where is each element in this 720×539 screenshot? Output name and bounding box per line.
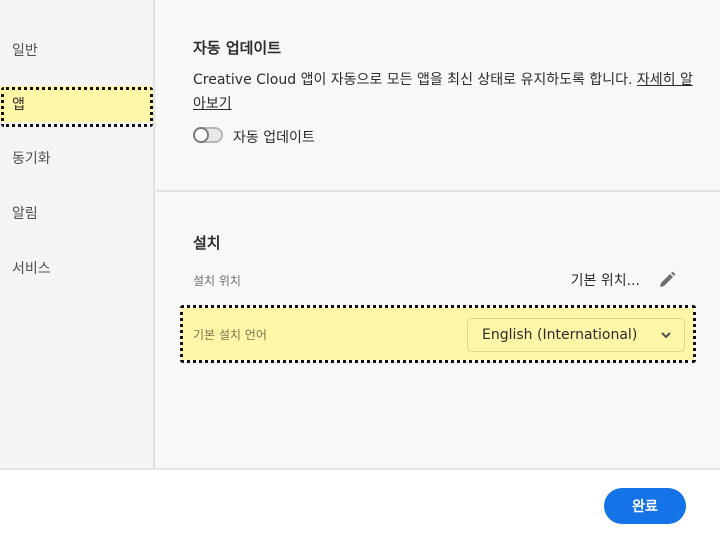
auto-update-title: 자동 업데이트 — [193, 39, 282, 57]
sidebar-item-label: 서비스 — [12, 261, 51, 277]
sidebar-item-label: 알림 — [12, 206, 38, 222]
section-divider — [157, 190, 720, 192]
sidebar-item-services[interactable]: 서비스 — [0, 250, 153, 286]
settings-panel: 자동 업데이트 Creative Cloud 앱이 자동으로 모든 앱을 최신 … — [157, 0, 720, 468]
install-title: 설치 — [193, 234, 221, 252]
auto-update-toggle-label: 자동 업데이트 — [233, 130, 315, 146]
done-button[interactable]: 완료 — [604, 488, 686, 524]
default-language-label: 기본 설치 언어 — [193, 328, 267, 342]
auto-update-description: Creative Cloud 앱이 자동으로 모든 앱을 최신 상태로 유지하도… — [193, 68, 693, 116]
sidebar-item-sync[interactable]: 동기화 — [0, 140, 153, 176]
description-text: Creative Cloud 앱이 자동으로 모든 앱을 최신 상태로 유지하도… — [193, 72, 633, 88]
sidebar-item-label: 일반 — [12, 43, 38, 59]
install-location-label: 설치 위치 — [193, 274, 241, 288]
chevron-down-icon — [661, 332, 671, 339]
sidebar: 일반 앱 동기화 알림 서비스 — [0, 0, 155, 468]
auto-update-toggle[interactable] — [193, 127, 223, 143]
sidebar-item-label: 동기화 — [12, 151, 51, 167]
pencil-icon[interactable] — [657, 270, 677, 290]
sidebar-item-label: 앱 — [12, 97, 25, 113]
toggle-knob — [193, 127, 209, 143]
sidebar-item-apps[interactable]: 앱 — [0, 86, 153, 122]
language-select[interactable]: English (International) — [467, 318, 685, 352]
install-location-value: 기본 위치... — [570, 273, 640, 289]
language-select-value: English (International) — [482, 327, 638, 343]
sidebar-item-notifications[interactable]: 알림 — [0, 195, 153, 231]
sidebar-item-general[interactable]: 일반 — [0, 32, 153, 68]
